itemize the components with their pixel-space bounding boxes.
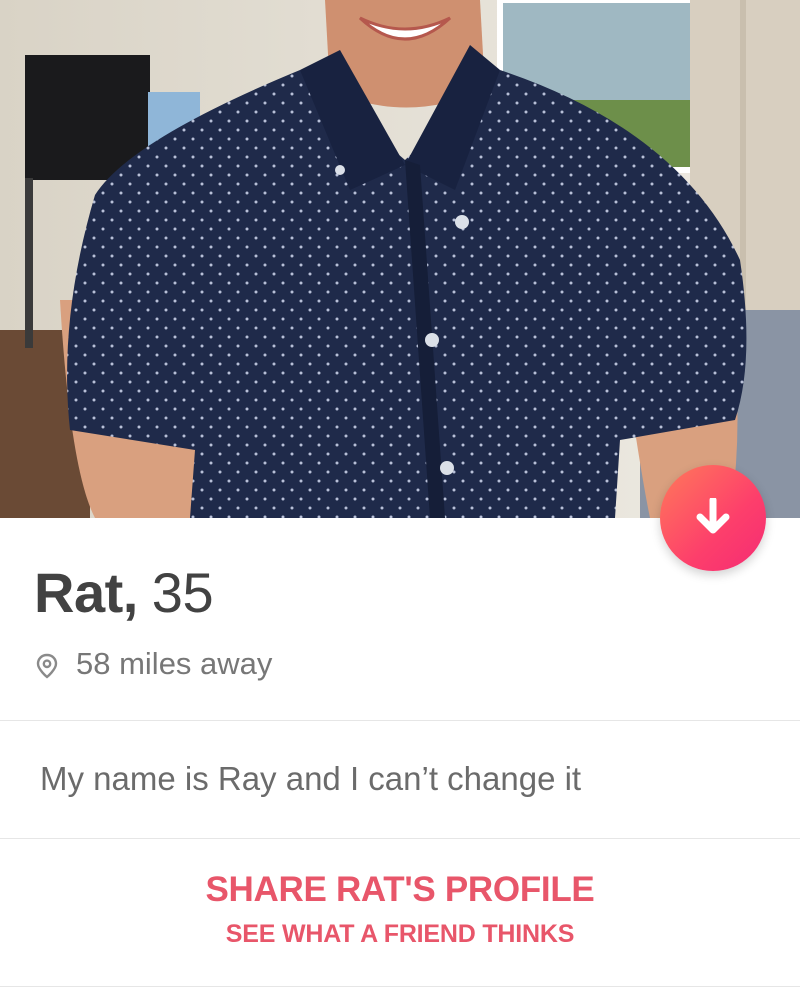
divider bbox=[0, 986, 800, 987]
profile-distance: 58 miles away bbox=[34, 646, 272, 682]
divider bbox=[0, 720, 800, 721]
distance-text: 58 miles away bbox=[76, 646, 273, 681]
location-pin-icon bbox=[34, 651, 60, 679]
divider bbox=[0, 838, 800, 839]
share-profile-button[interactable]: SHARE RAT'S PROFILE SEE WHAT A FRIEND TH… bbox=[0, 870, 800, 949]
share-profile-title: SHARE RAT'S PROFILE bbox=[205, 870, 595, 909]
profile-age: 35 bbox=[151, 561, 214, 624]
profile-bio: My name is Ray and I can’t change it bbox=[40, 760, 582, 797]
share-profile-subtitle: SEE WHAT A FRIEND THINKS bbox=[225, 920, 575, 948]
profile-name: Rat, bbox=[34, 561, 138, 624]
arrow-down-icon bbox=[696, 496, 730, 539]
collapse-profile-button[interactable] bbox=[660, 465, 766, 571]
profile-name-age: Rat, 35 bbox=[34, 560, 214, 625]
profile-photo[interactable] bbox=[0, 0, 800, 518]
